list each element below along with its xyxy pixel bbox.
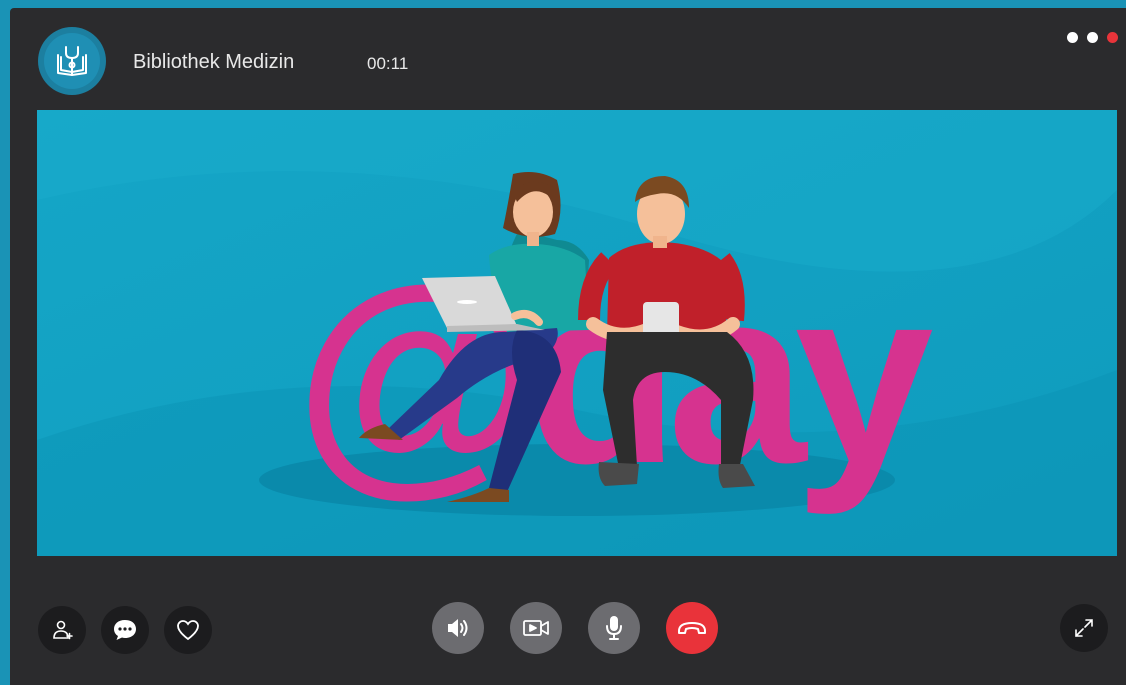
expand-icon [1075, 619, 1093, 637]
microphone-icon [606, 616, 622, 640]
speaker-button[interactable] [432, 602, 484, 654]
add-user-button[interactable] [38, 606, 86, 654]
caller-name: Bibliothek Medizin [133, 51, 295, 73]
menu-dot [1067, 32, 1078, 43]
fullscreen-button[interactable] [1060, 604, 1108, 652]
speaker-icon [448, 619, 468, 637]
camera-button[interactable] [510, 602, 562, 654]
call-window: Bibliothek Medizin 00:11 @day [10, 8, 1126, 685]
book-stethoscope-icon [44, 33, 100, 89]
favorite-button[interactable] [164, 606, 212, 654]
menu-dot-red [1107, 32, 1118, 43]
microphone-button[interactable] [588, 602, 640, 654]
video-feed: @day [37, 110, 1117, 556]
hang-up-button[interactable] [666, 602, 718, 654]
menu-dot [1087, 32, 1098, 43]
three-dots-icon[interactable] [1067, 32, 1118, 43]
phone-hangup-icon [678, 622, 706, 634]
call-timer: 00:11 [367, 54, 409, 73]
caller-avatar[interactable] [38, 27, 106, 95]
video-camera-icon [523, 620, 549, 636]
call-header: Bibliothek Medizin 00:11 [10, 8, 1126, 108]
add-user-icon [53, 620, 73, 640]
heart-icon [177, 620, 199, 641]
chat-bubble-icon [114, 620, 136, 640]
chat-button[interactable] [101, 606, 149, 654]
